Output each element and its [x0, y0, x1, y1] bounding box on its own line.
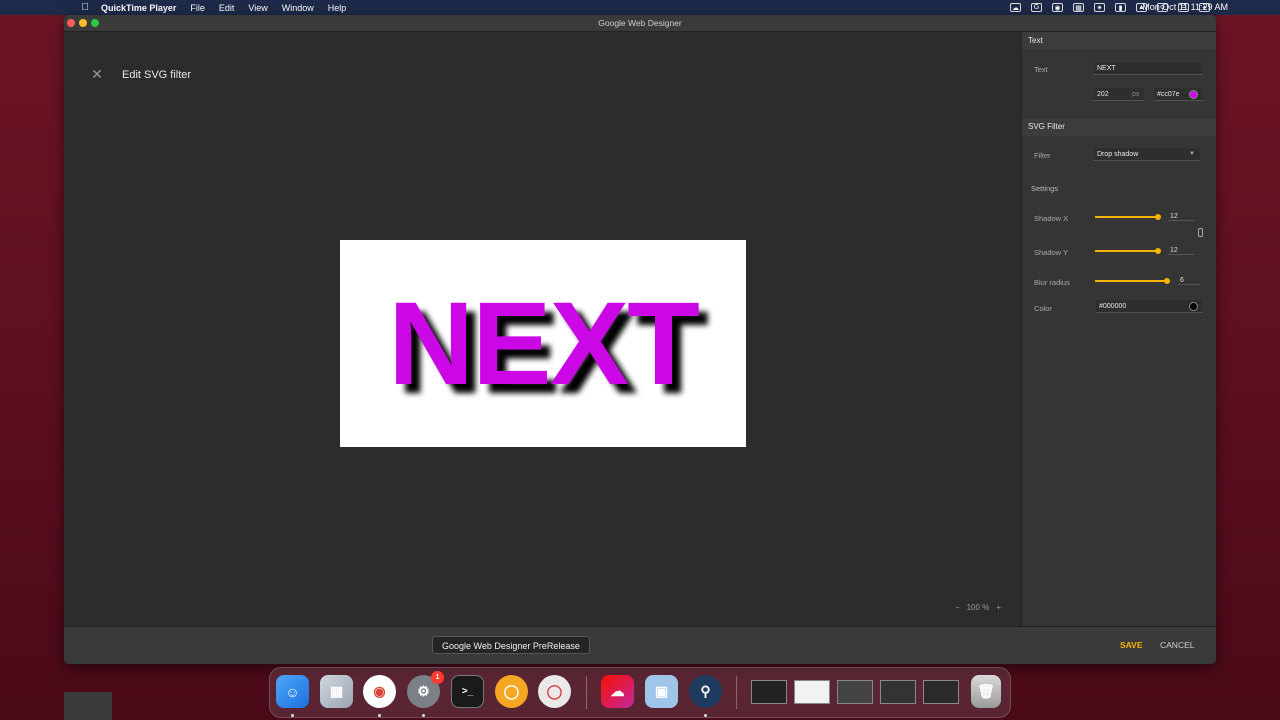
dock-minimized-window[interactable]	[751, 680, 787, 704]
zoom-window-button[interactable]	[91, 19, 99, 27]
dock-minimized-window[interactable]	[880, 680, 916, 704]
menu-file[interactable]: File	[190, 3, 205, 13]
text-label: Text	[1034, 65, 1048, 74]
svg-filter-section-header[interactable]: SVG Filter	[1022, 118, 1216, 136]
dock-trash-icon[interactable]: 🗑	[971, 675, 1001, 708]
properties-panel: Text Text NEXT 202 px #cc07e SVG Filter …	[1021, 32, 1216, 626]
canvas-area: ✕ Edit SVG filter NEXT − 100 % +	[64, 32, 1021, 626]
dock: ☺ ▦ ◉ ⚙ 1 >_ ◯ ◯ ☁ ▣ ⚲ 🗑	[269, 667, 1011, 718]
dock-minimized-window[interactable]	[794, 680, 830, 704]
dock-gwd-prerelease-icon[interactable]: ◯	[538, 675, 571, 708]
shadow-x-label: Shadow X	[1034, 214, 1069, 223]
dock-preview-icon[interactable]: ▣	[645, 675, 678, 708]
shadow-color-swatch[interactable]	[1189, 302, 1198, 311]
save-button[interactable]: SAVE	[1120, 640, 1143, 650]
zoom-control: − 100 % +	[955, 603, 1001, 612]
zoom-level[interactable]: 100 %	[967, 603, 990, 612]
shadow-y-slider-fill	[1095, 250, 1156, 252]
minimize-window-button[interactable]	[79, 19, 87, 27]
battery-icon[interactable]: ▮	[1115, 3, 1126, 12]
dock-terminal-icon[interactable]: >_	[451, 675, 484, 708]
filter-label: Filter	[1034, 151, 1051, 160]
dock-system-preferences-icon[interactable]: ⚙ 1	[407, 671, 444, 708]
menu-window[interactable]: Window	[282, 3, 314, 13]
cancel-button[interactable]: CANCEL	[1160, 640, 1194, 650]
zoom-in-icon[interactable]: +	[996, 603, 1001, 612]
dock-creative-cloud-icon[interactable]: ☁	[601, 675, 634, 708]
shadow-y-slider-handle[interactable]	[1155, 248, 1161, 254]
notification-badge: 1	[431, 671, 444, 684]
dock-tooltip: Google Web Designer PreRelease	[432, 636, 590, 654]
dock-running-indicator	[378, 714, 381, 717]
dock-launchpad-icon[interactable]: ▦	[320, 675, 353, 708]
desktop-window-fragment	[64, 692, 112, 720]
keyboard-icon[interactable]: ▦	[1073, 3, 1084, 12]
text-input[interactable]: NEXT	[1094, 62, 1202, 75]
dock-minimized-window[interactable]	[837, 680, 873, 704]
preview-text: NEXT	[388, 277, 700, 410]
creative-cloud-icon[interactable]: ☁	[1010, 3, 1021, 12]
zoom-out-icon[interactable]: −	[955, 603, 960, 612]
blur-radius-slider-handle[interactable]	[1164, 278, 1170, 284]
close-window-button[interactable]	[67, 19, 75, 27]
shadow-color-label: Color	[1034, 304, 1052, 313]
menu-help[interactable]: Help	[328, 3, 347, 13]
chevron-down-icon: ▼	[1189, 151, 1195, 157]
dock-running-indicator	[422, 714, 425, 717]
window-titlebar: Google Web Designer	[64, 15, 1216, 32]
preview-stage[interactable]: NEXT	[340, 240, 746, 447]
page-title: Edit SVG filter	[122, 69, 192, 81]
dock-quicktime-icon[interactable]: ⚲	[689, 675, 722, 708]
app-window: Google Web Designer ✕ Edit SVG filter NE…	[64, 15, 1216, 664]
close-icon[interactable]: ✕	[90, 67, 104, 81]
bottom-action-bar: Google Web Designer PreRelease SAVE CANC…	[64, 626, 1216, 664]
dock-google-web-designer-icon[interactable]: ◯	[495, 675, 528, 708]
blur-radius-slider-fill	[1095, 280, 1165, 282]
menu-bar:  QuickTime Player File Edit View Window…	[0, 0, 1280, 15]
menu-clock[interactable]: Mon Oct 11 11:29 AM	[1142, 2, 1228, 12]
dock-finder-icon[interactable]: ☺	[276, 675, 309, 708]
dock-separator	[586, 676, 587, 709]
menu-edit[interactable]: Edit	[219, 3, 235, 13]
google-icon[interactable]: G	[1031, 3, 1042, 12]
text-color-swatch[interactable]	[1189, 90, 1198, 99]
window-title: Google Web Designer	[598, 18, 682, 28]
dock-running-indicator	[291, 714, 294, 717]
bluetooth-icon[interactable]: ⁕	[1094, 3, 1105, 12]
dock-running-indicator	[704, 714, 707, 717]
shadow-x-value[interactable]: 12	[1168, 213, 1194, 221]
shadow-x-slider-fill	[1095, 216, 1156, 218]
shadow-x-slider-handle[interactable]	[1155, 214, 1161, 220]
font-size-unit: px	[1132, 91, 1140, 98]
apple-menu-icon[interactable]: 	[78, 1, 92, 15]
link-icon[interactable]	[1198, 228, 1203, 237]
settings-label: Settings	[1031, 184, 1059, 193]
blur-radius-value[interactable]: 6	[1178, 277, 1200, 285]
text-section-header[interactable]: Text	[1022, 32, 1216, 50]
menu-app-name[interactable]: QuickTime Player	[101, 3, 176, 13]
dock-chrome-icon[interactable]: ◉	[363, 675, 396, 708]
shadow-y-label: Shadow Y	[1034, 248, 1069, 257]
blur-radius-label: Blur radius	[1034, 278, 1070, 287]
dock-minimized-window[interactable]	[923, 680, 959, 704]
menu-view[interactable]: View	[248, 3, 267, 13]
screen-record-icon[interactable]: ◉	[1052, 3, 1063, 12]
dock-separator	[736, 676, 737, 709]
shadow-color-input[interactable]: #000000	[1096, 300, 1202, 313]
shadow-y-value[interactable]: 12	[1168, 247, 1194, 255]
filter-select[interactable]: Drop shadow	[1094, 148, 1200, 161]
